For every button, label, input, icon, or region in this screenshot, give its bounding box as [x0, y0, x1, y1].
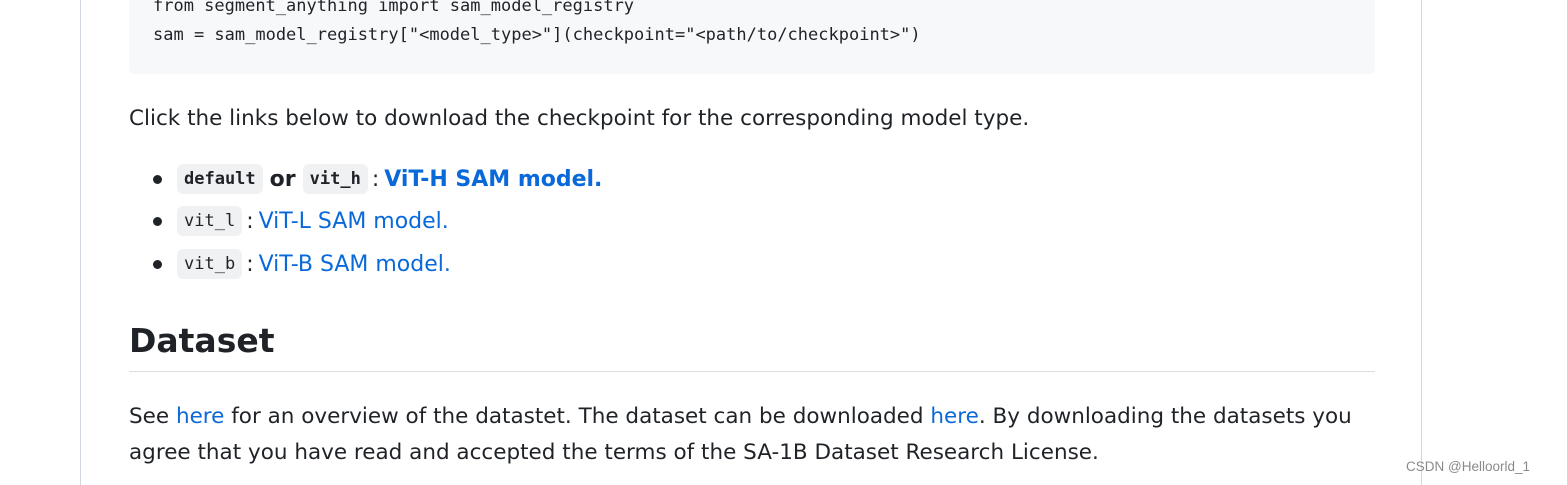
link-vit-l-model[interactable]: ViT-L SAM model.: [259, 209, 449, 234]
code-line-registry: sam = sam_model_registry["<model_type>"]…: [153, 25, 921, 45]
code-vit-l: vit_l: [177, 206, 243, 236]
dataset-text-see: See: [129, 404, 176, 429]
bullet-dot-icon: [153, 175, 162, 184]
code-vit-b: vit_b: [177, 249, 243, 279]
colon-separator: :: [246, 251, 254, 277]
code-vit-h: vit_h: [302, 164, 368, 194]
bullet-dot-icon: [153, 217, 162, 226]
csdn-watermark: CSDN @Helloorld_1: [1406, 459, 1530, 474]
colon-separator: :: [246, 208, 254, 234]
dataset-text-overview: for an overview of the datastet. The dat…: [224, 404, 931, 429]
code-line-import: from segment_anything import sam_model_r…: [153, 0, 635, 16]
link-dataset-overview[interactable]: here: [176, 404, 224, 429]
link-dataset-download[interactable]: here: [930, 404, 978, 429]
dataset-text-agree: . By downloading the datasets you: [978, 404, 1352, 429]
code-block[interactable]: from segment_anything import sam_model_r…: [129, 0, 1375, 74]
link-vit-b-model[interactable]: ViT-B SAM model.: [259, 252, 451, 277]
dataset-heading: Dataset: [129, 321, 275, 360]
dataset-paragraph-line-1: See here for an overview of the datastet…: [129, 399, 1352, 435]
link-vit-h-model[interactable]: ViT-H SAM model.: [384, 167, 602, 192]
dataset-paragraph-line-2: agree that you have read and accepted th…: [129, 440, 1099, 465]
bullet-dot-icon: [153, 260, 162, 269]
colon-separator: :: [371, 166, 380, 192]
checkpoint-intro-text: Click the links below to download the ch…: [129, 106, 1030, 131]
or-label: or: [269, 166, 296, 192]
code-default: default: [177, 164, 263, 194]
heading-divider: [129, 371, 1375, 372]
